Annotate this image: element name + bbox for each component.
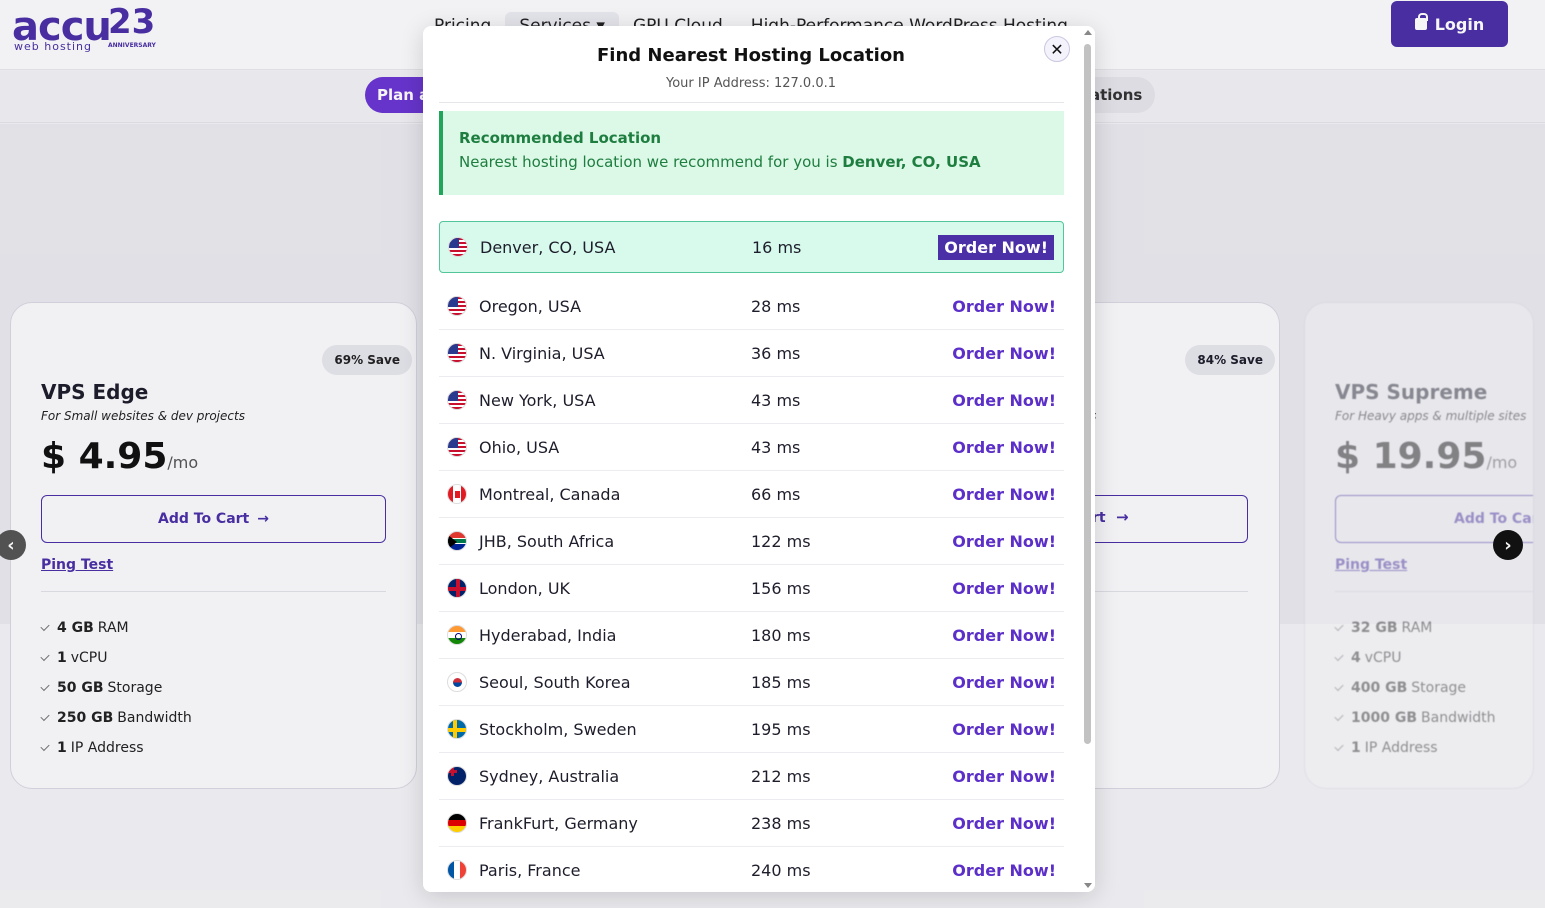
location-name: FrankFurt, Germany xyxy=(479,813,638,833)
order-now-link[interactable]: Order Now! xyxy=(952,861,1056,880)
us-flag-icon xyxy=(447,390,467,410)
location-row: Montreal, Canada 66 ms Order Now! xyxy=(439,471,1064,518)
latency-value: 122 ms xyxy=(751,531,811,551)
location-name: Sydney, Australia xyxy=(479,766,620,786)
location-name: Oregon, USA xyxy=(479,296,582,316)
in-flag-icon xyxy=(447,625,467,645)
recommend-message: Nearest hosting location we recommend fo… xyxy=(459,153,1064,171)
location-row: Stockholm, Sweden 195 ms Order Now! xyxy=(439,706,1064,753)
recommended-location-box: Recommended Location Nearest hosting loc… xyxy=(439,111,1064,195)
ca-flag-icon xyxy=(447,484,467,504)
latency-value: 36 ms xyxy=(751,343,801,363)
se-flag-icon xyxy=(447,719,467,739)
location-row: London, UK 156 ms Order Now! xyxy=(439,565,1064,612)
latency-value: 156 ms xyxy=(751,578,811,598)
scroll-up-icon[interactable] xyxy=(1084,30,1092,35)
order-now-link[interactable]: Order Now! xyxy=(952,485,1056,504)
latency-value: 66 ms xyxy=(751,484,801,504)
us-flag-icon xyxy=(447,296,467,316)
za-flag-icon xyxy=(447,531,467,551)
recommend-title: Recommended Location xyxy=(459,129,662,147)
location-row: Oregon, USA 28 ms Order Now! xyxy=(439,283,1064,330)
latency-value: 43 ms xyxy=(751,437,801,457)
location-name: N. Virginia, USA xyxy=(479,343,605,363)
location-name: London, UK xyxy=(479,578,571,598)
us-flag-icon xyxy=(447,437,467,457)
modal-scrollbar[interactable] xyxy=(1082,26,1095,892)
latency-value: 195 ms xyxy=(751,719,811,739)
location-row: Hyderabad, India 180 ms Order Now! xyxy=(439,612,1064,659)
location-name: Denver, CO, USA xyxy=(480,237,616,257)
us-flag-icon xyxy=(448,237,468,257)
divider xyxy=(439,102,1064,103)
location-modal: Find Nearest Hosting Location Your IP Ad… xyxy=(423,26,1095,892)
order-now-link[interactable]: Order Now! xyxy=(952,344,1056,363)
location-name: JHB, South Africa xyxy=(479,531,615,551)
location-row: Sydney, Australia 212 ms Order Now! xyxy=(439,753,1064,800)
location-row: JHB, South Africa 122 ms Order Now! xyxy=(439,518,1064,565)
recommend-location: Denver, CO, USA xyxy=(842,153,981,171)
latency-value: 43 ms xyxy=(751,390,801,410)
scroll-down-icon[interactable] xyxy=(1084,883,1092,888)
latency-value: 212 ms xyxy=(751,766,811,786)
latency-value: 28 ms xyxy=(751,296,801,316)
latency-value: 185 ms xyxy=(751,672,811,692)
close-icon: ✕ xyxy=(1050,39,1064,59)
au-flag-icon xyxy=(447,766,467,786)
location-list: Denver, CO, USA 16 ms Order Now! Oregon,… xyxy=(439,221,1064,892)
order-now-link[interactable]: Order Now! xyxy=(952,579,1056,598)
ip-address-text: Your IP Address: 127.0.0.1 xyxy=(666,76,836,91)
latency-value: 240 ms xyxy=(751,860,811,880)
order-now-link[interactable]: Order Now! xyxy=(952,720,1056,739)
location-row: N. Virginia, USA 36 ms Order Now! xyxy=(439,330,1064,377)
us-flag-icon xyxy=(447,343,467,363)
order-now-link[interactable]: Order Now! xyxy=(952,814,1056,833)
location-row-recommended: Denver, CO, USA 16 ms Order Now! xyxy=(439,221,1064,273)
location-name: Hyderabad, India xyxy=(479,625,617,645)
order-now-link[interactable]: Order Now! xyxy=(952,297,1056,316)
order-now-link[interactable]: Order Now! xyxy=(952,673,1056,692)
location-name: Seoul, South Korea xyxy=(479,672,631,692)
location-row: New York, USA 43 ms Order Now! xyxy=(439,377,1064,424)
order-now-link[interactable]: Order Now! xyxy=(952,438,1056,457)
uk-flag-icon xyxy=(447,578,467,598)
order-now-link[interactable]: Order Now! xyxy=(952,532,1056,551)
location-name: Paris, France xyxy=(479,860,581,880)
modal-title: Find Nearest Hosting Location xyxy=(596,45,905,66)
order-now-button[interactable]: Order Now! xyxy=(938,234,1054,260)
location-name: Ohio, USA xyxy=(479,437,560,457)
close-button[interactable]: ✕ xyxy=(1044,36,1070,62)
location-name: Montreal, Canada xyxy=(479,484,621,504)
location-row: Paris, France 240 ms Order Now! xyxy=(439,847,1064,892)
latency-value: 238 ms xyxy=(751,813,811,833)
location-row: Seoul, South Korea 185 ms Order Now! xyxy=(439,659,1064,706)
latency-value: 16 ms xyxy=(752,237,802,257)
order-now-link[interactable]: Order Now! xyxy=(952,391,1056,410)
location-name: Stockholm, Sweden xyxy=(479,719,637,739)
recommend-text: Nearest hosting location we recommend fo… xyxy=(459,153,838,171)
fr-flag-icon xyxy=(447,860,467,880)
order-now-link[interactable]: Order Now! xyxy=(952,767,1056,786)
location-row: FrankFurt, Germany 238 ms Order Now! xyxy=(439,800,1064,847)
location-row: Ohio, USA 43 ms Order Now! xyxy=(439,424,1064,471)
scrollbar-thumb[interactable] xyxy=(1084,44,1091,744)
order-now-link[interactable]: Order Now! xyxy=(952,626,1056,645)
latency-value: 180 ms xyxy=(751,625,811,645)
location-name: New York, USA xyxy=(479,390,596,410)
de-flag-icon xyxy=(447,813,467,833)
kr-flag-icon xyxy=(447,672,467,692)
